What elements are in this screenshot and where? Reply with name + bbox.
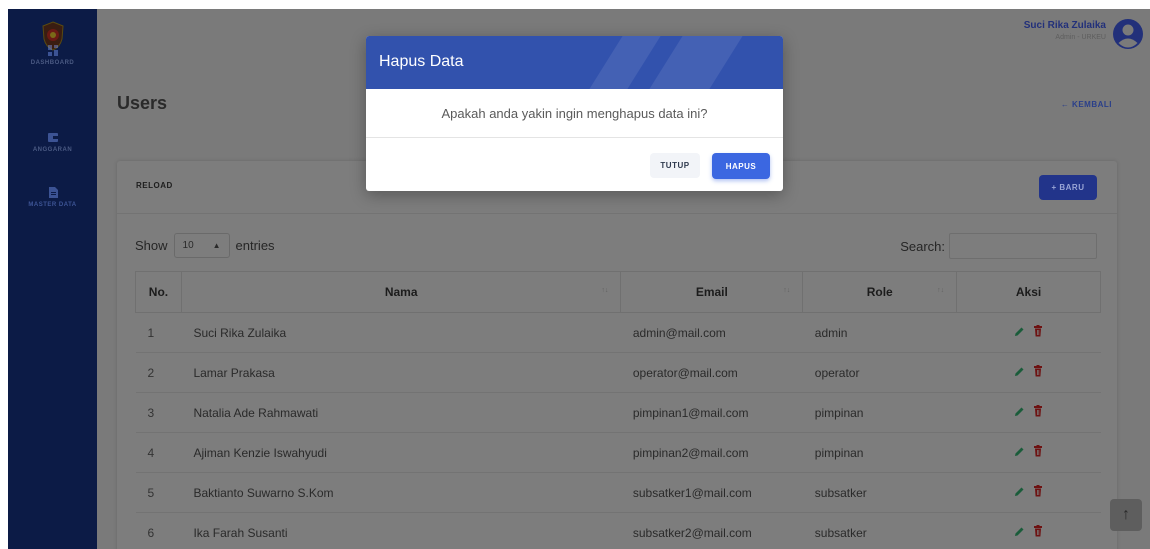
cell-nama: Suci Rika Zulaika xyxy=(181,312,621,353)
cell-aksi xyxy=(956,472,1101,513)
trash-icon[interactable] xyxy=(1033,365,1043,380)
entries-label: entries xyxy=(235,238,275,253)
edit-icon[interactable] xyxy=(1014,326,1025,340)
cell-no: 1 xyxy=(135,312,182,353)
cell-nama: Natalia Ade Rahmawati xyxy=(181,392,621,433)
cell-aksi xyxy=(956,312,1101,353)
cell-no: 4 xyxy=(135,432,182,473)
sidebar-item-anggaran[interactable]: ANGGARAN xyxy=(8,132,97,153)
cell-role: subsatker xyxy=(802,472,957,513)
sidebar-item-label: DASHBOARD xyxy=(30,60,75,66)
edit-icon[interactable] xyxy=(1014,406,1025,420)
cell-no: 3 xyxy=(135,392,182,433)
edit-icon[interactable] xyxy=(1014,526,1025,540)
table-row: 5 Baktianto Suwarno S.Kom subsatker1@mail.… xyxy=(135,472,1101,513)
modal-footer: TUTUP HAPUS xyxy=(366,138,783,191)
cell-email: subsatker2@mail.com xyxy=(620,512,803,549)
dashboard-icon xyxy=(47,45,58,56)
column-header-role[interactable]: Role ↑↓ xyxy=(802,271,958,313)
modal-header: Hapus Data xyxy=(366,36,783,89)
cell-role: pimpinan xyxy=(802,432,957,473)
cell-email: admin@mail.com xyxy=(620,312,803,353)
trash-icon[interactable] xyxy=(1033,525,1043,540)
entries-value: 10 xyxy=(182,240,194,251)
cell-nama: Baktianto Suwarno S.Kom xyxy=(181,472,621,513)
sidebar: DASHBOARD ANGGARAN MASTER DATA xyxy=(8,9,97,549)
cell-email: pimpinan1@mail.com xyxy=(620,392,803,433)
user-info[interactable]: Suci Rika Zulaika Admin - URKEU xyxy=(1024,20,1106,41)
arrow-up-icon: ↑ xyxy=(1122,506,1130,523)
cell-nama: Lamar Prakasa xyxy=(181,352,621,393)
cell-role: subsatker xyxy=(802,512,957,549)
cell-no: 5 xyxy=(135,472,182,513)
table-row: 4 Ajiman Kenzie Iswahyudi pimpinan2@mail.c… xyxy=(135,432,1101,473)
entries-control: Show 10 ▲︎ entries xyxy=(135,233,275,258)
cell-nama: Ika Farah Susanti xyxy=(181,512,621,549)
sidebar-item-label: MASTER DATA xyxy=(28,202,77,208)
edit-icon[interactable] xyxy=(1014,366,1025,380)
users-table: No. Nama ↑↓ Email ↑↓ Role ↑↓ Aksi 1 Suci Rik… xyxy=(135,271,1101,549)
sidebar-item-label: ANGGARAN xyxy=(32,147,73,153)
cell-role: pimpinan xyxy=(802,392,957,433)
app-window: DASHBOARD ANGGARAN MASTER DATA Suci Rika… xyxy=(8,9,1150,549)
entries-select[interactable]: 10 ▲︎ xyxy=(173,233,230,258)
trash-icon[interactable] xyxy=(1033,325,1043,340)
sort-arrows-icon: ▲︎ xyxy=(212,241,221,250)
cell-aksi xyxy=(956,512,1101,549)
cell-aksi xyxy=(956,432,1101,473)
modal-title: Hapus Data xyxy=(379,53,464,70)
cell-no: 6 xyxy=(135,512,182,549)
show-label: Show xyxy=(135,238,168,253)
modal-message: Apakah anda yakin ingin menghapus data i… xyxy=(366,89,783,138)
page-title: Users xyxy=(117,93,168,113)
column-header-email[interactable]: Email ↑↓ xyxy=(620,271,804,313)
close-button[interactable]: TUTUP xyxy=(650,153,700,178)
search-control: Search: xyxy=(900,233,1097,259)
document-icon xyxy=(48,187,58,198)
new-user-button[interactable]: + BARU xyxy=(1039,175,1097,200)
search-label: Search: xyxy=(900,238,945,254)
trash-icon[interactable] xyxy=(1033,445,1043,460)
scroll-top-button[interactable]: ↑ xyxy=(1110,499,1142,531)
user-role: Admin - URKEU xyxy=(1055,34,1106,41)
wallet-icon xyxy=(47,133,58,142)
sort-icon: ↑↓ xyxy=(601,287,609,294)
user-circle-icon[interactable] xyxy=(1112,18,1144,50)
sort-icon: ↑↓ xyxy=(783,287,791,294)
delete-confirm-button[interactable]: HAPUS xyxy=(712,153,770,179)
cell-email: pimpinan2@mail.com xyxy=(620,432,803,473)
table-header-row: No. Nama ↑↓ Email ↑↓ Role ↑↓ Aksi xyxy=(135,271,1101,313)
trash-icon[interactable] xyxy=(1033,405,1043,420)
cell-aksi xyxy=(956,392,1101,433)
column-header-no[interactable]: No. xyxy=(135,271,182,313)
edit-icon[interactable] xyxy=(1014,486,1025,500)
users-card: RELOAD + BARU Show 10 ▲︎ entries Search:… xyxy=(117,161,1117,549)
back-link[interactable]: ← KEMBALI xyxy=(1061,100,1112,109)
sidebar-item-master-data[interactable]: MASTER DATA xyxy=(8,187,97,208)
cell-nama: Ajiman Kenzie Iswahyudi xyxy=(181,432,621,473)
edit-icon[interactable] xyxy=(1014,446,1025,460)
search-input[interactable] xyxy=(949,233,1097,259)
cell-role: operator xyxy=(802,352,957,393)
table-row: 1 Suci Rika Zulaika admin@mail.com admin xyxy=(135,312,1101,353)
table-row: 6 Ika Farah Susanti subsatker2@mail.com sub… xyxy=(135,512,1101,549)
cell-email: operator@mail.com xyxy=(620,352,803,393)
cell-no: 2 xyxy=(135,352,182,393)
table-row: 3 Natalia Ade Rahmawati pimpinan1@mail.com… xyxy=(135,392,1101,433)
column-header-nama[interactable]: Nama ↑↓ xyxy=(180,271,622,313)
cell-aksi xyxy=(956,352,1101,393)
trash-icon[interactable] xyxy=(1033,485,1043,500)
delete-confirm-modal: Hapus Data Apakah anda yakin ingin mengh… xyxy=(366,36,783,191)
table-row: 2 Lamar Prakasa operator@mail.com operator xyxy=(135,352,1101,393)
sort-icon: ↑↓ xyxy=(937,287,945,294)
user-name: Suci Rika Zulaika xyxy=(1023,20,1106,31)
sidebar-item-dashboard[interactable]: DASHBOARD xyxy=(8,45,97,66)
reload-button[interactable]: RELOAD xyxy=(136,181,173,190)
column-header-aksi: Aksi xyxy=(956,271,1101,313)
cell-role: admin xyxy=(802,312,957,353)
cell-email: subsatker1@mail.com xyxy=(620,472,803,513)
